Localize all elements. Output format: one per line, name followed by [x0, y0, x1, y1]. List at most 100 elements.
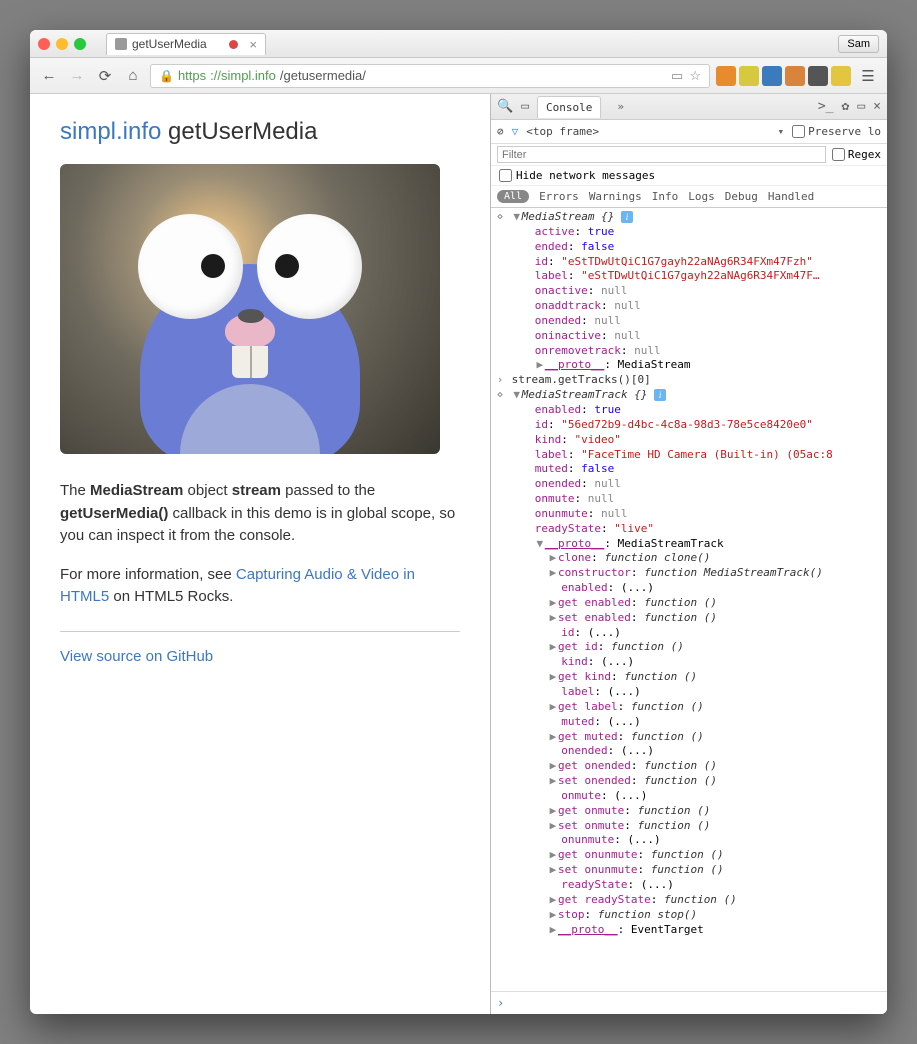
title-link[interactable]: simpl.info: [60, 118, 161, 145]
console-line[interactable]: ▶get readyState: function (): [495, 893, 883, 908]
level-errors[interactable]: Errors: [539, 190, 579, 203]
console-line[interactable]: ⋄ ▼MediaStream {} i: [495, 210, 883, 225]
frame-selector[interactable]: <top frame> ▾: [526, 125, 784, 138]
console-line[interactable]: onended: null: [495, 477, 883, 492]
extension-icon[interactable]: [831, 66, 851, 86]
preserve-log-checkbox[interactable]: Preserve lo: [792, 125, 881, 138]
console-output[interactable]: ⋄ ▼MediaStream {} i active: true ended: …: [491, 208, 887, 991]
close-window-button[interactable]: [38, 38, 50, 50]
console-line[interactable]: kind: (...): [495, 655, 883, 670]
extension-icon[interactable]: [808, 66, 828, 86]
console-line[interactable]: ▶get onended: function (): [495, 759, 883, 774]
filter-input[interactable]: [497, 146, 826, 163]
console-line[interactable]: › stream.getTracks()[0]: [495, 373, 883, 388]
console-line[interactable]: ▶stop: function stop(): [495, 908, 883, 923]
home-button[interactable]: ⌂: [122, 65, 144, 87]
clear-console-icon[interactable]: ⊘: [497, 125, 504, 138]
extension-icons: [716, 66, 851, 86]
level-warnings[interactable]: Warnings: [589, 190, 642, 203]
console-line[interactable]: ▶set onended: function (): [495, 774, 883, 789]
console-line[interactable]: ▶get kind: function (): [495, 670, 883, 685]
menu-button[interactable]: ☰: [857, 65, 879, 87]
level-all[interactable]: All: [497, 190, 529, 203]
toolbar: ← → ⟳ ⌂ 🔒 https://simpl.info/getusermedi…: [30, 58, 887, 94]
level-logs[interactable]: Logs: [688, 190, 715, 203]
console-line[interactable]: readyState: "live": [495, 522, 883, 537]
console-line[interactable]: onended: null: [495, 314, 883, 329]
browser-tab[interactable]: getUserMedia ×: [106, 33, 266, 55]
console-line[interactable]: onunmute: null: [495, 507, 883, 522]
console-line[interactable]: ▶get onunmute: function (): [495, 848, 883, 863]
console-line[interactable]: muted: false: [495, 462, 883, 477]
console-line[interactable]: ▶get id: function (): [495, 640, 883, 655]
console-line[interactable]: label: "FaceTime HD Camera (Built-in) (0…: [495, 448, 883, 463]
camera-indicator-icon[interactable]: ▭: [671, 68, 683, 84]
console-prompt[interactable]: ›: [491, 991, 887, 1014]
github-source-link[interactable]: View source on GitHub: [60, 648, 213, 665]
drawer-icon[interactable]: >_: [818, 99, 834, 114]
console-line[interactable]: onmute: null: [495, 492, 883, 507]
inspect-icon[interactable]: 🔍: [497, 99, 513, 114]
reload-button[interactable]: ⟳: [94, 65, 116, 87]
console-line[interactable]: onmute: (...): [495, 789, 883, 804]
console-line[interactable]: onaddtrack: null: [495, 299, 883, 314]
console-line[interactable]: active: true: [495, 225, 883, 240]
console-line[interactable]: ▶__proto__: EventTarget: [495, 923, 883, 938]
user-profile-button[interactable]: Sam: [838, 35, 879, 53]
console-line[interactable]: id: (...): [495, 626, 883, 641]
console-line[interactable]: ▶get enabled: function (): [495, 596, 883, 611]
console-line[interactable]: ▼__proto__: MediaStreamTrack: [495, 537, 883, 552]
console-line[interactable]: ▶set onmute: function (): [495, 819, 883, 834]
device-mode-icon[interactable]: ▭: [521, 99, 529, 114]
console-line[interactable]: ⋄ ▼MediaStreamTrack {} i: [495, 388, 883, 403]
settings-gear-icon[interactable]: ✿: [842, 99, 850, 114]
hide-network-row[interactable]: Hide network messages: [491, 166, 887, 186]
console-line[interactable]: ▶set onunmute: function (): [495, 863, 883, 878]
console-line[interactable]: id: "56ed72b9-d4bc-4c8a-98d3-78e5ce8420e…: [495, 418, 883, 433]
gopher-plush-image: [120, 184, 380, 454]
back-button[interactable]: ←: [38, 65, 60, 87]
console-line[interactable]: ended: false: [495, 240, 883, 255]
level-info[interactable]: Info: [652, 190, 679, 203]
dock-icon[interactable]: ▭: [857, 99, 865, 114]
console-line[interactable]: onactive: null: [495, 284, 883, 299]
address-bar[interactable]: 🔒 https://simpl.info/getusermedia/ ▭ ☆: [150, 64, 710, 88]
level-handled[interactable]: Handled: [768, 190, 814, 203]
console-line[interactable]: muted: (...): [495, 715, 883, 730]
console-line[interactable]: label: (...): [495, 685, 883, 700]
console-line[interactable]: enabled: (...): [495, 581, 883, 596]
minimize-window-button[interactable]: [56, 38, 68, 50]
tab-close-button[interactable]: ×: [249, 37, 257, 52]
console-line[interactable]: kind: "video": [495, 433, 883, 448]
forward-button[interactable]: →: [66, 65, 88, 87]
extension-icon[interactable]: [739, 66, 759, 86]
console-line[interactable]: ▶clone: function clone(): [495, 551, 883, 566]
extension-icon[interactable]: [785, 66, 805, 86]
hide-network-checkbox[interactable]: [499, 169, 512, 182]
level-debug[interactable]: Debug: [725, 190, 758, 203]
console-line[interactable]: onremovetrack: null: [495, 344, 883, 359]
extension-icon[interactable]: [716, 66, 736, 86]
regex-checkbox[interactable]: Regex: [832, 148, 881, 161]
console-line[interactable]: ▶set enabled: function (): [495, 611, 883, 626]
devtools-context-row: ⊘ ▽ <top frame> ▾ Preserve lo: [491, 120, 887, 144]
console-line[interactable]: ▶constructor: function MediaStreamTrack(…: [495, 566, 883, 581]
console-line[interactable]: ▶get label: function (): [495, 700, 883, 715]
console-line[interactable]: onunmute: (...): [495, 833, 883, 848]
console-line[interactable]: ▶get onmute: function (): [495, 804, 883, 819]
console-line[interactable]: ▶__proto__: MediaStream: [495, 358, 883, 373]
console-line[interactable]: onended: (...): [495, 744, 883, 759]
console-line[interactable]: enabled: true: [495, 403, 883, 418]
console-line[interactable]: oninactive: null: [495, 329, 883, 344]
console-tab[interactable]: Console: [537, 96, 601, 118]
console-line[interactable]: label: "eStTDwUtQiC1G7gayh22aNAg6R34FXm4…: [495, 269, 883, 284]
devtools-close-icon[interactable]: ×: [873, 99, 881, 114]
filter-icon[interactable]: ▽: [512, 125, 519, 138]
console-line[interactable]: id: "eStTDwUtQiC1G7gayh22aNAg6R34FXm47Fz…: [495, 255, 883, 270]
console-line[interactable]: readyState: (...): [495, 878, 883, 893]
console-line[interactable]: ▶get muted: function (): [495, 730, 883, 745]
maximize-window-button[interactable]: [74, 38, 86, 50]
more-tabs[interactable]: »: [609, 96, 632, 117]
bookmark-star-icon[interactable]: ☆: [689, 68, 701, 84]
extension-icon[interactable]: [762, 66, 782, 86]
